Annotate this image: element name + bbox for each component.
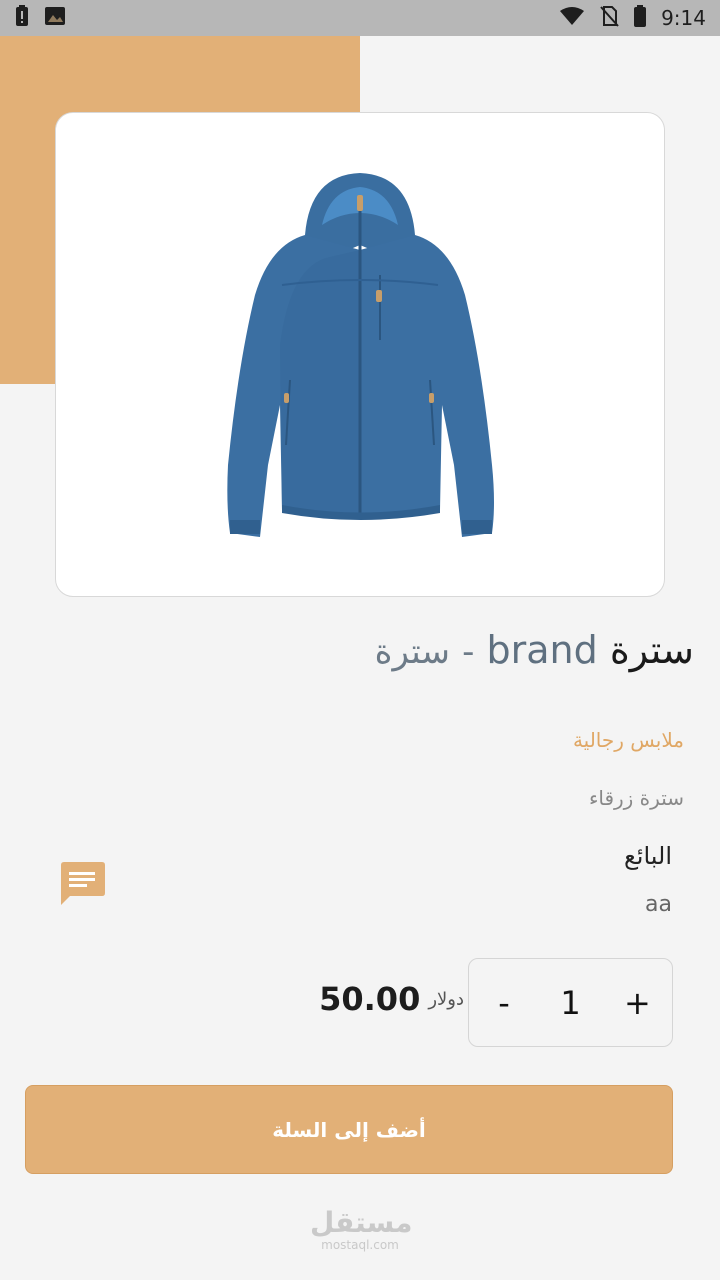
price-amount: 50.00 — [319, 980, 421, 1018]
product-image-card[interactable] — [55, 112, 665, 597]
watermark: مستقل mostaql.com — [310, 1206, 413, 1253]
product-category: ملابس رجالية — [572, 728, 684, 752]
image-icon — [44, 6, 66, 31]
status-right-icons: 9:14 — [559, 4, 706, 33]
quantity-stepper: - 1 + — [468, 958, 673, 1047]
watermark-arabic: مستقل — [310, 1206, 413, 1239]
product-brand: brand — [486, 628, 598, 672]
status-left-icons — [14, 4, 66, 33]
price: 50.00 دولار — [319, 980, 464, 1018]
quantity-value: 1 — [560, 983, 581, 1022]
chat-seller-button[interactable] — [58, 860, 106, 906]
add-to-cart-label: أضف إلى السلة — [272, 1117, 426, 1142]
add-to-cart-button[interactable]: أضف إلى السلة — [25, 1085, 673, 1174]
no-sim-icon — [599, 5, 619, 32]
quantity-decrease-button[interactable]: - — [491, 984, 517, 1022]
seller-name: aa — [645, 892, 672, 917]
battery-alert-icon — [14, 4, 30, 33]
watermark-latin: mostaql.com — [321, 1238, 399, 1252]
product-title: سترة brand - سترة — [375, 620, 694, 682]
chat-icon — [61, 862, 105, 905]
price-currency: دولار — [428, 988, 464, 1010]
product-description: سترة زرقاء — [588, 786, 684, 810]
product-image — [227, 172, 495, 537]
seller-label: البائع — [624, 842, 672, 870]
status-time: 9:14 — [661, 6, 706, 30]
product-title-separator: - — [462, 632, 475, 672]
battery-icon — [633, 4, 647, 33]
wifi-icon — [559, 6, 585, 31]
quantity-increase-button[interactable]: + — [624, 984, 651, 1022]
product-title-sub: سترة — [374, 632, 450, 672]
status-bar: 9:14 — [0, 0, 720, 36]
product-title-main: سترة — [609, 628, 694, 672]
